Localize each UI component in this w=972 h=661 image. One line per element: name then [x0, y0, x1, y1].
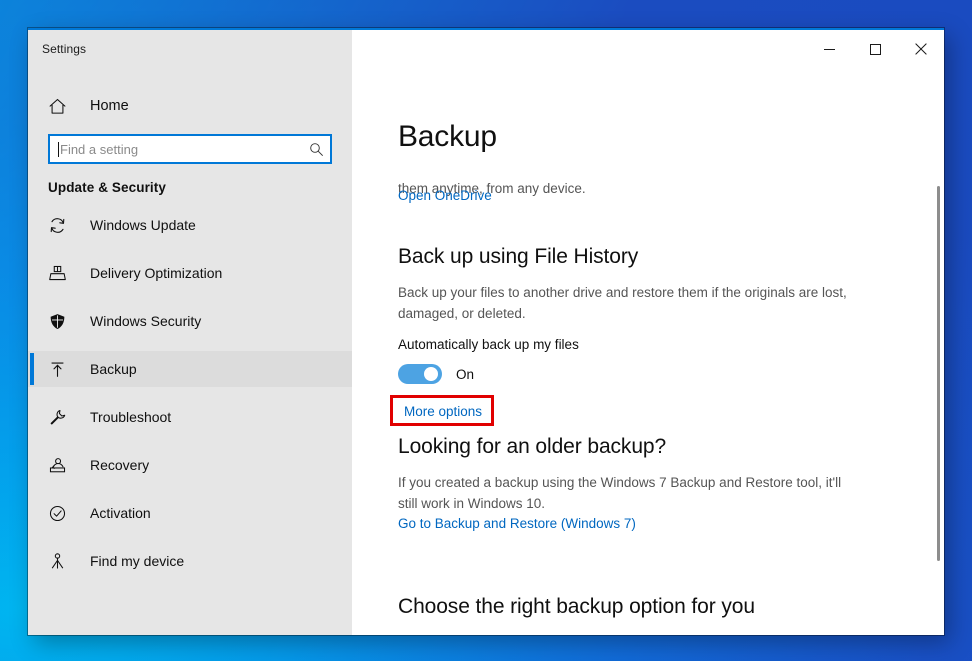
check-circle-icon — [48, 504, 78, 523]
sidebar-item-delivery-optimization[interactable]: Delivery Optimization — [28, 255, 352, 291]
window-controls — [352, 30, 944, 68]
search-box[interactable] — [48, 134, 332, 164]
sidebar-item-label: Delivery Optimization — [90, 265, 223, 281]
sidebar-group-title: Update & Security — [48, 180, 166, 195]
sidebar: Home Update & Security — [28, 68, 352, 635]
older-backup-heading: Looking for an older backup? — [398, 435, 667, 458]
settings-window: Settings Home Find a setting Update & Se… — [28, 28, 944, 635]
wrench-icon — [48, 408, 78, 427]
sidebar-item-home[interactable]: Home — [28, 86, 352, 126]
file-history-heading: Back up using File History — [398, 245, 639, 268]
open-onedrive-link[interactable]: Open OneDrive — [398, 186, 492, 206]
sidebar-item-recovery[interactable]: Recovery — [28, 447, 352, 483]
search-icon[interactable] — [302, 142, 330, 157]
toggle-state-label: On — [456, 366, 475, 382]
sidebar-item-activation[interactable]: Activation — [28, 495, 352, 531]
close-icon — [915, 43, 927, 55]
shield-icon — [48, 312, 78, 331]
auto-backup-toggle-row: On — [398, 364, 474, 384]
sidebar-item-windows-update[interactable]: Windows Update — [28, 207, 352, 243]
home-icon — [48, 97, 78, 116]
sidebar-item-windows-security[interactable]: Windows Security — [28, 303, 352, 339]
sidebar-item-label: Windows Security — [90, 313, 202, 329]
backup-page: Backup them anytime, from any device. Op… — [352, 68, 944, 635]
auto-backup-toggle[interactable] — [398, 364, 442, 384]
maximize-icon — [869, 43, 881, 55]
sidebar-item-label: Recovery — [90, 457, 150, 473]
window-content: Home Update & Security — [28, 68, 944, 635]
minimize-button[interactable] — [806, 30, 852, 68]
page-title: Backup — [398, 120, 497, 153]
minimize-icon — [823, 48, 835, 50]
sidebar-item-backup[interactable]: Backup — [28, 351, 352, 387]
sidebar-item-label: Find my device — [90, 553, 185, 569]
choose-option-description: To have Windows back up your files to a … — [398, 633, 944, 635]
title-bar: Settings — [28, 30, 944, 68]
recovery-icon — [48, 456, 78, 475]
sidebar-nav-list: Windows Update Delivery Optimization Win… — [28, 207, 352, 579]
maximize-button[interactable] — [852, 30, 898, 68]
older-backup-description: If you created a backup using the Window… — [398, 475, 842, 511]
selection-indicator — [30, 353, 34, 385]
sidebar-item-label: Activation — [90, 505, 151, 521]
sidebar-item-home-label: Home — [90, 98, 129, 114]
refresh-icon — [48, 216, 78, 235]
window-title: Settings — [42, 42, 87, 56]
auto-backup-label: Automatically back up my files — [398, 337, 579, 352]
more-options-link[interactable]: More options — [404, 402, 482, 422]
file-history-description: Back up your files to another drive and … — [398, 285, 847, 321]
scrollbar[interactable] — [928, 68, 944, 635]
go-to-backup-restore-link[interactable]: Go to Backup and Restore (Windows 7) — [398, 514, 636, 534]
close-button[interactable] — [898, 30, 944, 68]
title-bar-left: Settings — [28, 30, 352, 68]
scrollbar-thumb[interactable] — [937, 186, 940, 561]
toggle-knob — [424, 367, 438, 381]
sidebar-item-label: Troubleshoot — [90, 409, 172, 425]
sidebar-item-troubleshoot[interactable]: Troubleshoot — [28, 399, 352, 435]
delivery-box-icon — [48, 264, 78, 283]
search-input[interactable] — [59, 136, 302, 162]
sidebar-item-label: Backup — [90, 361, 137, 377]
upload-arrow-icon — [48, 360, 78, 379]
location-pin-icon — [48, 552, 78, 571]
main-pane: Backup them anytime, from any device. Op… — [352, 68, 944, 635]
sidebar-item-find-my-device[interactable]: Find my device — [28, 543, 352, 579]
choose-option-heading: Choose the right backup option for you — [398, 595, 755, 618]
sidebar-item-label: Windows Update — [90, 217, 196, 233]
